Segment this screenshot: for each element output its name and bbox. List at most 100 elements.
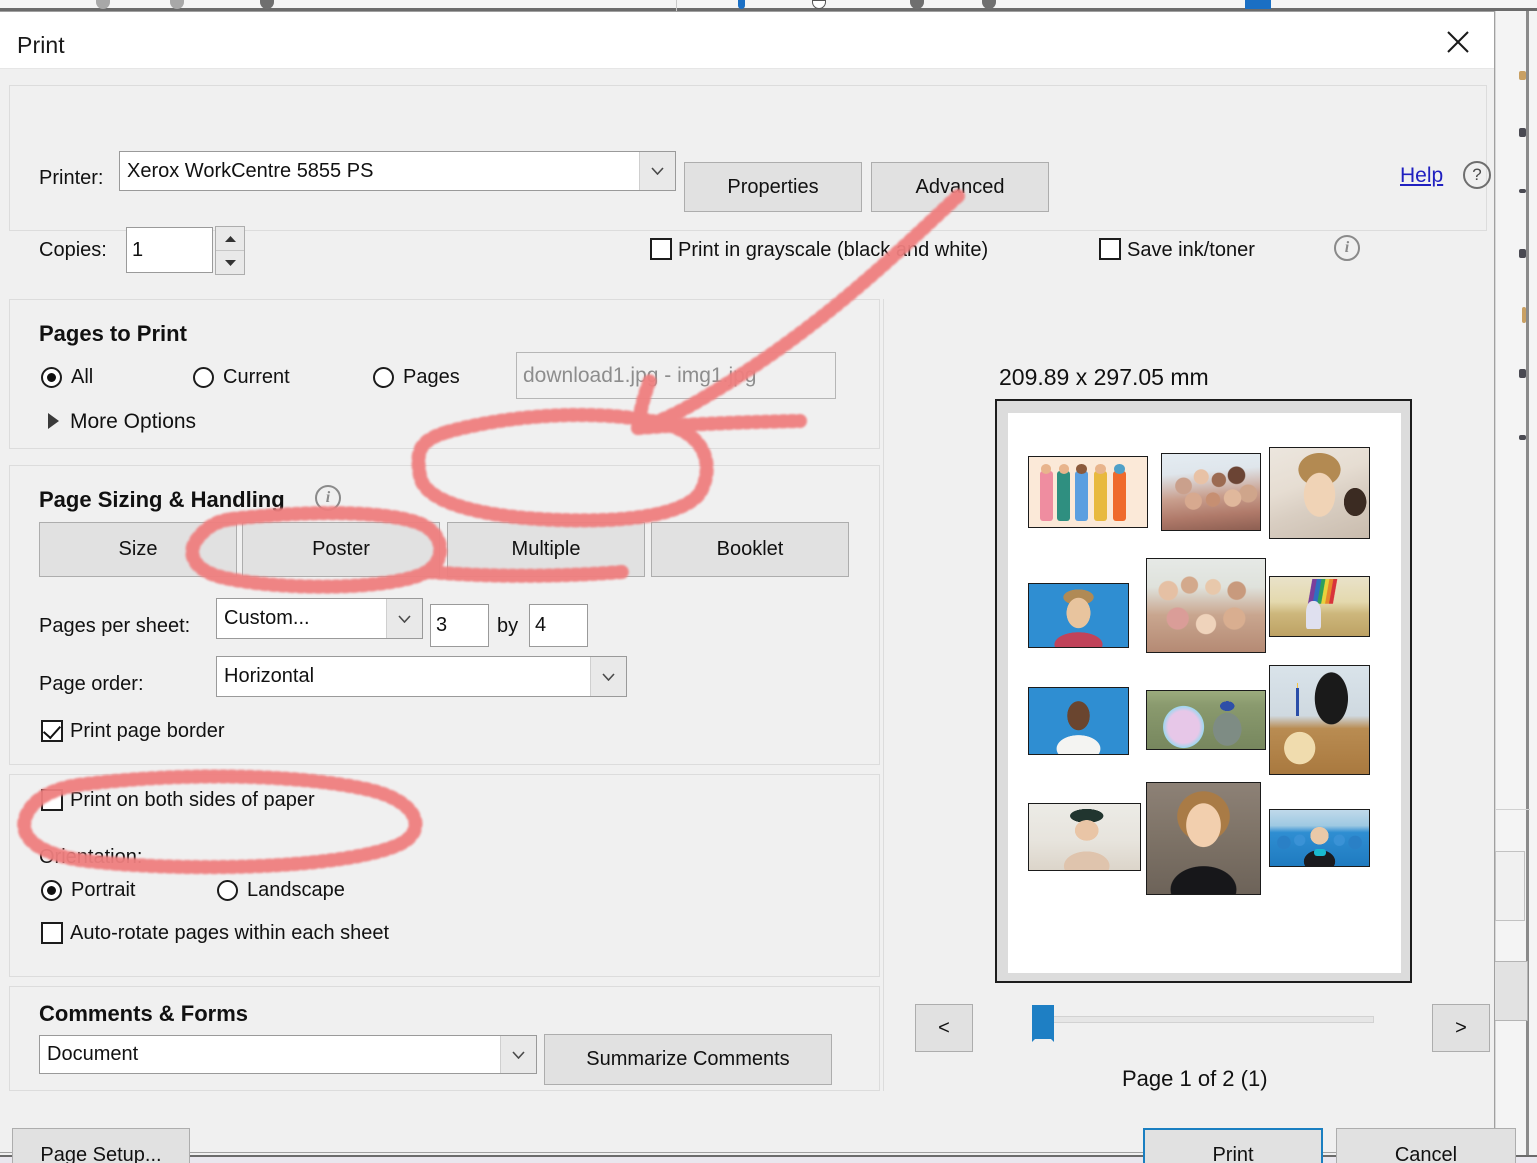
dialog-titlebar: Print bbox=[0, 12, 1494, 69]
chevron-down-icon bbox=[386, 599, 422, 638]
poster-button[interactable]: Poster bbox=[242, 522, 440, 577]
comments-forms-select[interactable]: Document bbox=[39, 1035, 537, 1074]
print-dialog: Print Printer: Xerox WorkCentre 5855 PS … bbox=[0, 11, 1516, 1163]
copies-label: Copies: bbox=[39, 239, 107, 261]
info-circle-icon[interactable]: i bbox=[1334, 235, 1360, 261]
page-sizing-info-circle-icon[interactable]: i bbox=[315, 485, 341, 511]
chevron-down-icon bbox=[590, 657, 626, 696]
woman-beanie-pointing-up-image bbox=[1029, 804, 1140, 870]
columns-input[interactable]: 3 bbox=[430, 604, 489, 647]
preview-thumb-12 bbox=[1269, 809, 1370, 867]
comments-forms-heading: Comments & Forms bbox=[39, 1001, 249, 1026]
radio-portrait[interactable] bbox=[41, 880, 62, 901]
radio-current[interactable] bbox=[193, 367, 214, 388]
page-order-select[interactable]: Horizontal bbox=[216, 656, 627, 697]
both-sides-label: Print on both sides of paper bbox=[70, 789, 315, 811]
preview-thumb-3 bbox=[1269, 447, 1370, 539]
screen: Print Printer: Xerox WorkCentre 5855 PS … bbox=[0, 0, 1537, 1163]
properties-button[interactable]: Properties bbox=[684, 162, 862, 212]
dialog-body: Printer: Xerox WorkCentre 5855 PS Proper… bbox=[0, 69, 1516, 1163]
man-white-shirt-blue-backdrop-image bbox=[1029, 688, 1128, 754]
man-glasses-blue-backdrop-image bbox=[1029, 584, 1128, 647]
preview-page-slider-track[interactable] bbox=[1041, 1016, 1374, 1023]
paper-dimensions: 209.89 x 297.05 mm bbox=[999, 364, 1209, 390]
auto-rotate-checkbox[interactable] bbox=[41, 922, 63, 944]
preview-thumb-9 bbox=[1269, 665, 1370, 775]
preview-thumb-4 bbox=[1028, 583, 1129, 648]
preview-thumb-5 bbox=[1146, 558, 1266, 653]
preview-thumb-1 bbox=[1028, 456, 1148, 528]
print-button[interactable]: Print bbox=[1143, 1128, 1323, 1163]
page-order-label: Page order: bbox=[39, 673, 144, 695]
cancel-button[interactable]: Cancel bbox=[1336, 1128, 1516, 1163]
illustration-diverse-people-image bbox=[1029, 457, 1147, 527]
preview-thumb-2 bbox=[1161, 453, 1261, 531]
radio-all[interactable] bbox=[41, 367, 62, 388]
more-options-label[interactable]: More Options bbox=[70, 410, 196, 434]
page-preview-sheet bbox=[1008, 413, 1401, 973]
save-ink-label: Save ink/toner bbox=[1127, 239, 1255, 261]
pages-range-input[interactable]: download1.jpg - img1.jpg bbox=[516, 352, 836, 399]
copies-stepper[interactable] bbox=[215, 226, 245, 275]
printer-select[interactable]: Xerox WorkCentre 5855 PS bbox=[119, 151, 676, 191]
triangle-right-icon[interactable] bbox=[48, 413, 59, 429]
preview-next-button[interactable]: > bbox=[1432, 1004, 1490, 1052]
size-button[interactable]: Size bbox=[39, 522, 237, 577]
caret-down-icon[interactable] bbox=[216, 250, 244, 274]
pages-per-sheet-select[interactable]: Custom... bbox=[216, 598, 423, 639]
question-mark-circle-icon[interactable]: ? bbox=[1463, 161, 1491, 189]
preview-thumb-6 bbox=[1269, 576, 1370, 637]
auto-rotate-label: Auto-rotate pages within each sheet bbox=[70, 922, 390, 944]
woman-headshot-necklace-image bbox=[1147, 783, 1260, 894]
pages-per-sheet-label: Pages per sheet: bbox=[39, 615, 191, 637]
radio-portrait-label: Portrait bbox=[71, 879, 136, 901]
background-app-toolbar-sliver bbox=[0, 0, 1537, 11]
radio-landscape[interactable] bbox=[217, 880, 238, 901]
print-page-border-checkbox[interactable] bbox=[41, 720, 63, 742]
radio-pages[interactable] bbox=[373, 367, 394, 388]
blonde-woman-portrait-image bbox=[1270, 448, 1369, 538]
grayscale-label: Print in grayscale (black and white) bbox=[678, 239, 989, 261]
save-ink-checkbox[interactable] bbox=[1099, 238, 1121, 260]
comments-forms-value: Document bbox=[47, 1043, 139, 1065]
page-setup-button[interactable]: Page Setup... bbox=[12, 1128, 190, 1163]
radio-landscape-label: Landscape bbox=[247, 879, 345, 901]
print-page-border-label: Print page border bbox=[70, 720, 225, 742]
pages-to-print-heading: Pages to Print bbox=[39, 321, 187, 346]
chevron-down-icon bbox=[500, 1036, 536, 1073]
by-label: by bbox=[497, 615, 519, 637]
multiple-button[interactable]: Multiple bbox=[447, 522, 645, 577]
radio-all-label: All bbox=[71, 366, 94, 388]
group-selfie-friends-image bbox=[1162, 454, 1260, 530]
radio-pages-label: Pages bbox=[403, 366, 460, 388]
background-app-right-sliver bbox=[1494, 11, 1537, 1163]
page-title: Print bbox=[17, 32, 65, 58]
orientation-label: Orientation: bbox=[39, 846, 143, 868]
printer-label: Printer: bbox=[39, 167, 104, 189]
page-preview[interactable] bbox=[995, 399, 1412, 983]
summarize-comments-button[interactable]: Summarize Comments bbox=[544, 1034, 832, 1085]
both-sides-checkbox[interactable] bbox=[41, 789, 63, 811]
caret-up-icon[interactable] bbox=[216, 227, 244, 250]
rows-input[interactable]: 4 bbox=[529, 604, 588, 647]
preview-thumb-8 bbox=[1146, 690, 1266, 750]
preview-thumb-10 bbox=[1028, 803, 1141, 871]
couple-tie-dye-outdoors-image bbox=[1147, 691, 1265, 749]
preview-prev-button[interactable]: < bbox=[915, 1004, 973, 1052]
crowd-thumbs-up-image bbox=[1147, 559, 1265, 652]
printer-select-value: Xerox WorkCentre 5855 PS bbox=[127, 159, 374, 182]
girl-rainbow-flag-field-image bbox=[1270, 577, 1369, 636]
booklet-button[interactable]: Booklet bbox=[651, 522, 849, 577]
page-sizing-heading: Page Sizing & Handling bbox=[39, 487, 285, 512]
preview-page-slider-thumb[interactable] bbox=[1032, 1005, 1054, 1042]
copies-input[interactable]: 1 bbox=[126, 227, 213, 273]
man-blue-crowd-image bbox=[1270, 810, 1369, 866]
black-dog-birthday-cake-image bbox=[1270, 666, 1369, 774]
grayscale-checkbox[interactable] bbox=[650, 238, 672, 260]
help-link[interactable]: Help bbox=[1400, 164, 1443, 188]
close-icon[interactable] bbox=[1434, 24, 1482, 60]
page-indicator: Page 1 of 2 (1) bbox=[1122, 1066, 1268, 1091]
pages-range-placeholder: download1.jpg - img1.jpg bbox=[523, 363, 757, 387]
preview-thumb-7 bbox=[1028, 687, 1129, 755]
advanced-button[interactable]: Advanced bbox=[871, 162, 1049, 212]
